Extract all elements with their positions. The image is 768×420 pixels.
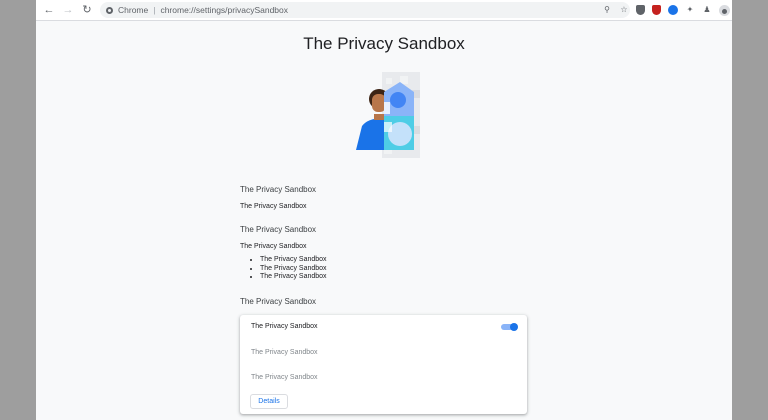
browser-window: ← → ↻ Chrome | chrome://settings/privacy… [36, 0, 732, 420]
toolbar-actions: ⚲ ☆ ✦ ♟ ⋮ [602, 2, 732, 18]
trials-toggle-label: The Privacy Sandbox [251, 323, 318, 330]
zoom-icon[interactable]: ⚲ [602, 5, 612, 15]
site-info-icon[interactable] [106, 6, 113, 14]
section3-heading: The Privacy Sandbox [240, 297, 317, 306]
star-icon[interactable]: ☆ [619, 5, 629, 15]
forward-icon[interactable]: → [62, 4, 74, 16]
card-description-2: The Privacy Sandbox [251, 374, 318, 381]
section2-bullet-list: The Privacy Sandbox The Privacy Sandbox … [240, 256, 327, 282]
settings-card: The Privacy Sandbox The Privacy Sandbox … [240, 315, 527, 414]
section1-heading: The Privacy Sandbox [240, 185, 317, 194]
toggle-knob [510, 323, 518, 331]
extension-circle-icon[interactable] [668, 5, 678, 15]
list-item: The Privacy Sandbox [260, 256, 327, 265]
extension-adblock-icon[interactable] [652, 5, 661, 15]
section1-body: The Privacy Sandbox [240, 203, 307, 210]
card-description-1: The Privacy Sandbox [251, 349, 318, 356]
browser-toolbar: ← → ↻ Chrome | chrome://settings/privacy… [36, 0, 732, 21]
section2-body: The Privacy Sandbox [240, 243, 307, 250]
trials-toggle[interactable] [501, 323, 518, 331]
omnibox-separator: | [153, 5, 156, 15]
reload-icon[interactable]: ↻ [81, 4, 93, 16]
extension-shield-icon[interactable] [636, 5, 645, 15]
url-text[interactable]: chrome://settings/privacySandbox [160, 5, 288, 15]
list-item: The Privacy Sandbox [260, 265, 327, 274]
details-button[interactable]: Details [250, 394, 288, 409]
page-title: The Privacy Sandbox [303, 34, 465, 53]
person-icon[interactable]: ♟ [702, 5, 712, 15]
address-bar[interactable]: Chrome | chrome://settings/privacySandbo… [100, 2, 630, 18]
section2-heading: The Privacy Sandbox [240, 225, 317, 234]
site-label: Chrome [118, 5, 149, 15]
privacy-sandbox-illustration [356, 72, 420, 158]
puzzle-icon[interactable]: ✦ [685, 5, 695, 15]
profile-avatar-icon[interactable] [719, 4, 730, 16]
back-icon[interactable]: ← [43, 4, 55, 16]
list-item: The Privacy Sandbox [260, 273, 327, 282]
